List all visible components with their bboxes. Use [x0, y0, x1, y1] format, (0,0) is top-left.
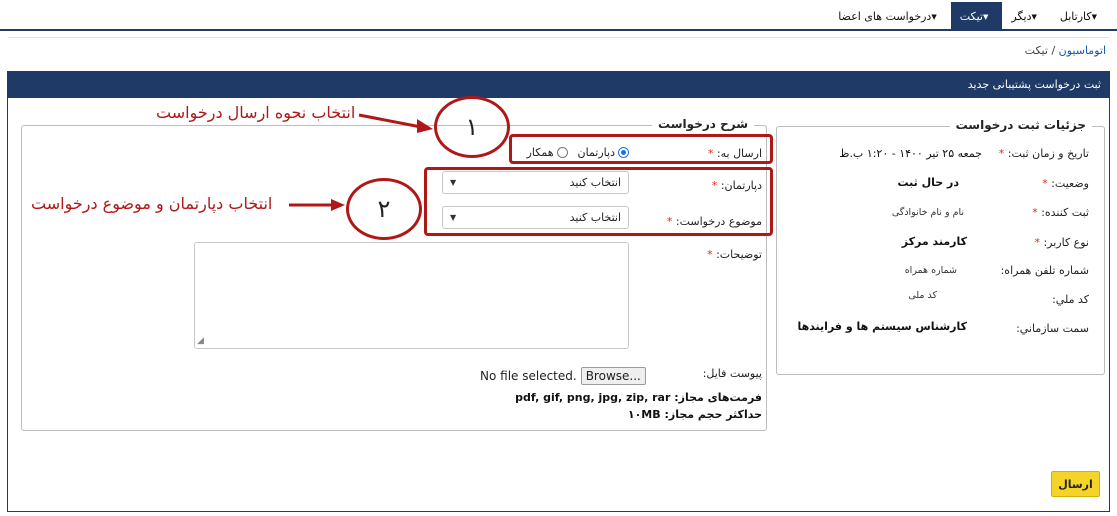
menu-item-label: درخواست های اعضا	[838, 10, 932, 23]
annotation-text-1: انتخاب نحوه ارسال درخواست	[156, 103, 356, 122]
description-textarea[interactable]: ◢	[194, 242, 629, 349]
details-value-status: در حال ثبت	[897, 176, 959, 189]
divider	[8, 37, 1109, 38]
details-label-position: سمت سازماني:	[1016, 322, 1089, 335]
file-input[interactable]: No file selected. Browse...	[480, 367, 646, 385]
chevron-down-icon: ▼	[1091, 12, 1097, 21]
menu-item-label: کارتابل	[1059, 10, 1092, 23]
chevron-down-icon: ▼	[931, 12, 937, 21]
details-label-user-type: نوع کاربر: *	[1034, 236, 1089, 249]
annotation-arrow-1-icon	[358, 113, 433, 133]
details-value-national-id: کد ملی	[908, 290, 937, 301]
annotation-circle-2: ۲	[346, 178, 422, 240]
annotation-arrow-2-icon	[289, 199, 345, 211]
breadcrumb-current: تیکت	[1024, 44, 1048, 57]
allowed-formats: فرمت‌های مجاز: pdf, gif, png, jpg, zip, …	[515, 391, 762, 404]
description-label: توضیحات: *	[707, 248, 762, 261]
details-label-status: وضعیت: *	[1042, 177, 1089, 190]
annotation-circle-1: ۱	[434, 96, 510, 158]
breadcrumb-link-automation[interactable]: اتوماسیون	[1059, 44, 1106, 57]
chevron-down-icon: ▼	[983, 12, 989, 21]
max-file-size: حداکثر حجم مجاز: ۱۰MB	[627, 408, 762, 421]
menu-item-member-requests[interactable]: درخواست های اعضا ▼	[829, 2, 950, 31]
top-menu-bar: کارتابل ▼ دیگر ▼ تیکت ▼ درخواست های اعضا ▼	[0, 0, 1117, 31]
details-legend: جزئیات ثبت درخواست	[949, 118, 1092, 132]
menu-item-label: دیگر	[1011, 10, 1032, 23]
breadcrumb: اتوماسیون / تیکت	[1025, 44, 1106, 57]
attachment-label: پیوست فایل:	[702, 367, 762, 380]
panel-title: ثبت درخواست پشتیبانی جدید	[8, 72, 1109, 98]
details-label-submitter: ثبت کننده: *	[1032, 206, 1089, 219]
details-value-mobile: شماره همراه	[904, 265, 957, 276]
browse-button[interactable]: Browse...	[580, 367, 646, 385]
main-menu: کارتابل ▼ دیگر ▼ تیکت ▼ درخواست های اعضا ▼	[829, 2, 1111, 31]
details-value-user-type: کارمند مرکز	[901, 235, 967, 248]
details-value-position: کارشناس سیستم ها و فرایندها	[797, 320, 967, 333]
details-label-datetime: تاریخ و زمان ثبت: *	[998, 147, 1089, 160]
request-legend: شرح درخواست	[652, 117, 754, 131]
details-fieldset: جزئیات ثبت درخواست	[776, 118, 1105, 375]
chevron-down-icon: ▼	[1031, 12, 1037, 21]
details-value-datetime: جمعه ۲۵ تیر ۱۴۰۰ - ۱:۲۰ ب.ظ	[839, 147, 982, 160]
menu-item-label: تیکت	[959, 10, 983, 23]
file-status-text: No file selected.	[480, 369, 577, 383]
resize-handle-icon[interactable]: ◢	[197, 336, 207, 346]
annotation-text-2: انتخاب دپارتمان و موضوع درخواست	[31, 194, 273, 213]
menu-item-cartable[interactable]: کارتابل ▼	[1051, 2, 1111, 31]
details-label-mobile: شماره تلفن همراه:	[1000, 264, 1089, 277]
submit-button[interactable]: ارسال	[1051, 471, 1100, 497]
annotation-box-send-to	[509, 134, 773, 164]
menu-item-ticket[interactable]: تیکت ▼	[950, 2, 1003, 31]
menu-item-other[interactable]: دیگر ▼	[1002, 2, 1051, 31]
details-value-submitter: نام و نام خانوادگی	[891, 207, 964, 218]
breadcrumb-separator: /	[1051, 44, 1056, 57]
annotation-box-department-subject	[424, 167, 773, 236]
details-label-national-id: کد ملي:	[1052, 293, 1089, 306]
